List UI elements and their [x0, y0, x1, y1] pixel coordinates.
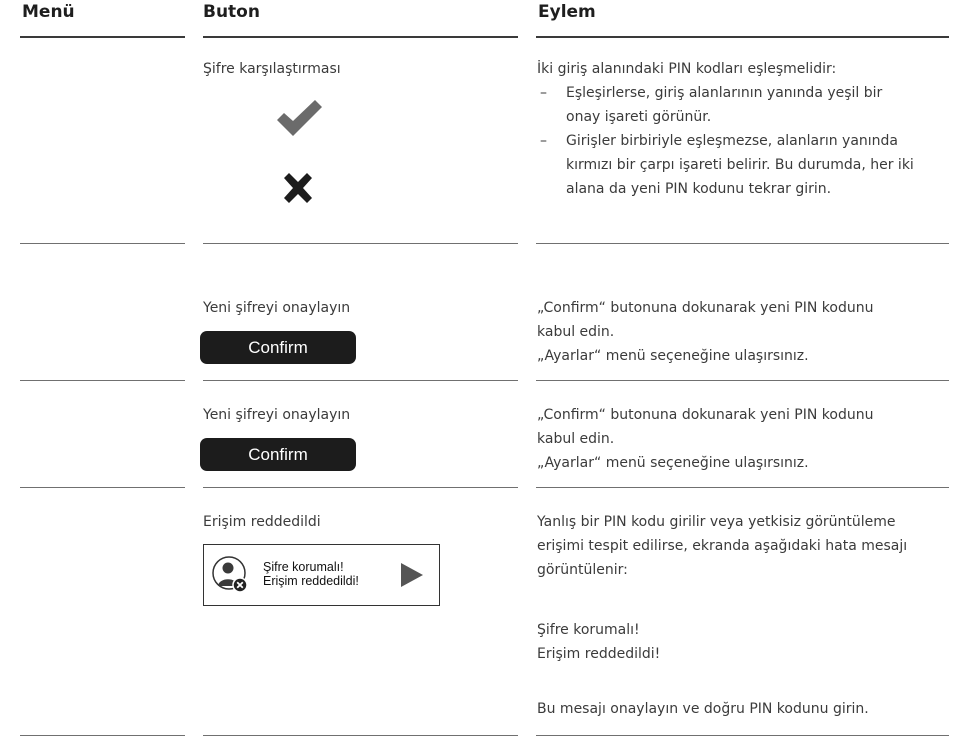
row-divider	[20, 380, 185, 381]
action-line-1: „Confirm“ butonuna dokunarak yeni PIN ko…	[537, 300, 874, 316]
column-header-action: Eylem	[538, 2, 596, 22]
bullet-2-line-2: kırmızı bir çarpı işareti belirir. Bu du…	[566, 157, 914, 173]
row-divider	[203, 735, 518, 736]
button-title: Yeni şifreyi onaylayın	[203, 300, 351, 316]
action-line-2: erişimi tespit edilirse, ekranda aşağıda…	[537, 538, 908, 554]
action-line-3: görüntülenir:	[537, 562, 628, 578]
row-divider	[203, 487, 518, 488]
bullet-1-line-2: onay işareti görünür.	[566, 109, 712, 125]
row-divider	[20, 243, 185, 244]
row-divider	[536, 380, 949, 381]
row-divider	[536, 243, 949, 244]
column-header-menu: Menü	[22, 2, 75, 22]
action-line-2: kabul edin.	[537, 431, 615, 447]
play-arrow-icon[interactable]	[400, 562, 424, 592]
row-divider	[203, 380, 518, 381]
action-line-1: „Confirm“ butonuna dokunarak yeni PIN ko…	[537, 407, 874, 423]
row-divider	[536, 735, 949, 736]
final-instruction: Bu mesajı onaylayın ve doğru PIN kodunu …	[537, 701, 869, 717]
row-divider	[203, 243, 518, 244]
access-denied-dialog: Şifre korumalı! Erişim reddedildi!	[203, 544, 440, 606]
bullet-dash: –	[540, 133, 547, 149]
bullet-2-line-3: alana da yeni PIN kodunu tekrar girin.	[566, 181, 832, 197]
message-line-2: Erişim reddedildi!	[537, 646, 661, 662]
button-title: Yeni şifreyi onaylayın	[203, 407, 351, 423]
dialog-message: Şifre korumalı! Erişim reddedildi!	[263, 560, 359, 588]
row-divider	[20, 735, 185, 736]
header-rule-menu	[20, 36, 185, 38]
action-line-3: „Ayarlar“ menü seçeneğine ulaşırsınız.	[537, 455, 809, 471]
button-title: Erişim reddedildi	[203, 514, 321, 530]
action-line-1: Yanlış bir PIN kodu girilir veya yetkisi…	[537, 514, 896, 530]
cross-icon	[281, 170, 315, 210]
dialog-line-2: Erişim reddedildi!	[263, 574, 359, 588]
bullet-2-line-1: Girişler birbiriyle eşleşmezse, alanları…	[566, 133, 899, 149]
checkmark-icon	[274, 98, 324, 142]
message-line-1: Şifre korumalı!	[537, 622, 640, 638]
user-locked-avatar-icon	[211, 555, 249, 599]
action-line-2: kabul edin.	[537, 324, 615, 340]
row-divider	[536, 487, 949, 488]
bullet-dash: –	[540, 85, 547, 101]
header-rule-button	[203, 36, 518, 38]
row-divider	[20, 487, 185, 488]
column-header-button: Buton	[203, 2, 260, 22]
button-title: Şifre karşılaştırması	[203, 61, 341, 77]
confirm-button[interactable]: Confirm	[200, 331, 356, 364]
action-line-3: „Ayarlar“ menü seçeneğine ulaşırsınız.	[537, 348, 809, 364]
confirm-button[interactable]: Confirm	[200, 438, 356, 471]
dialog-line-1: Şifre korumalı!	[263, 560, 344, 574]
bullet-1-line-1: Eşleşirlerse, giriş alanlarının yanında …	[566, 85, 883, 101]
action-intro: İki giriş alanındaki PIN kodları eşleşme…	[537, 61, 837, 77]
header-rule-action	[536, 36, 949, 38]
